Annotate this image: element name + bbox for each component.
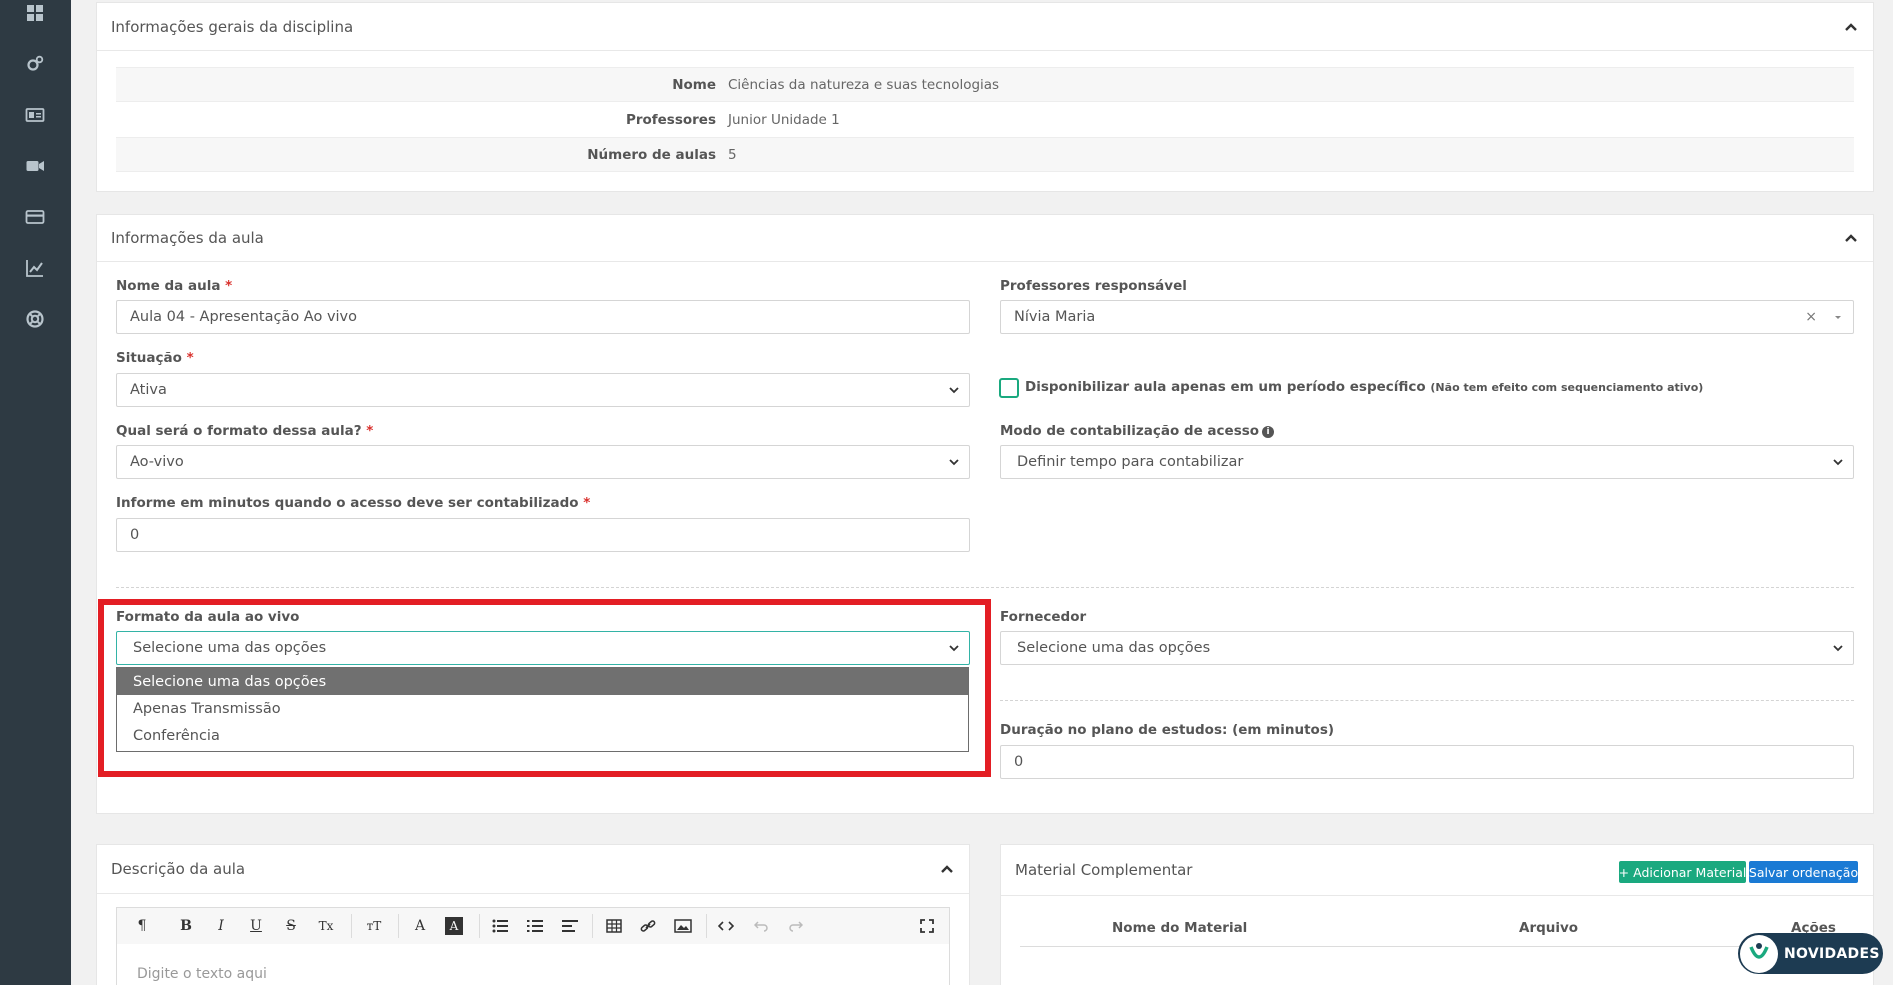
font-color-button[interactable]: A	[405, 908, 435, 944]
info-value: Ciências da natureza e suas tecnologias	[728, 76, 1000, 93]
chevron-down-icon	[949, 387, 959, 394]
underline-button[interactable]: U	[241, 908, 271, 944]
status-select[interactable]: Ativa	[116, 373, 970, 407]
toolbar-separator	[592, 914, 593, 938]
code-view-icon[interactable]	[711, 908, 741, 944]
lesson-name-value: Aula 04 - Apresentação Ao vivo	[130, 309, 358, 325]
font-size-button[interactable]: тT	[359, 908, 389, 944]
italic-button[interactable]: I	[206, 908, 236, 944]
highlight-box	[98, 599, 991, 777]
section-divider	[116, 587, 1854, 588]
news-logo-icon	[1740, 934, 1778, 973]
info-row-name: Nome Ciências da natureza e suas tecnolo…	[116, 67, 1854, 102]
discipline-info-card: Informações gerais da disciplina Nome Ci…	[96, 2, 1874, 192]
study-duration-input[interactable]: 0	[1000, 745, 1854, 779]
table-icon[interactable]	[599, 908, 629, 944]
lesson-name-input[interactable]: Aula 04 - Apresentação Ao vivo	[116, 300, 970, 334]
section-divider	[1000, 700, 1854, 701]
toolbar-separator	[351, 914, 352, 938]
toolbar-separator	[706, 914, 707, 938]
clear-selection-icon[interactable]: ×	[1805, 309, 1817, 325]
strikethrough-button[interactable]: S	[276, 908, 306, 944]
info-row-lesson-count: Número de aulas 5	[116, 137, 1854, 172]
bullet-list-icon[interactable]	[485, 908, 515, 944]
card-title: Material Complementar	[1015, 861, 1193, 879]
credit-card-icon[interactable]	[24, 206, 46, 228]
card-header: Informações gerais da disciplina	[97, 3, 1873, 51]
background-color-button[interactable]: A	[445, 917, 463, 935]
status-label: Situação *	[116, 350, 194, 366]
toolbar-separator	[398, 914, 399, 938]
info-row-teachers: Professores Junior Unidade 1	[116, 102, 1854, 137]
access-minutes-input[interactable]: 0	[116, 518, 970, 552]
editor-placeholder: Digite o texto aqui	[137, 966, 267, 982]
format-label: Qual será o formato dessa aula? *	[116, 423, 374, 439]
sidebar	[0, 0, 71, 985]
card-header: Descrição da aula	[97, 845, 969, 894]
info-icon[interactable]: i	[1262, 426, 1275, 438]
card-title: Descrição da aula	[111, 860, 246, 878]
video-camera-icon[interactable]	[24, 155, 46, 177]
info-key: Professores	[625, 111, 716, 128]
redo-icon[interactable]	[781, 908, 811, 944]
info-key: Nome	[672, 76, 716, 93]
paragraph-format-button[interactable]: ¶	[127, 908, 157, 944]
chevron-down-icon	[949, 459, 959, 466]
line-chart-icon[interactable]	[24, 257, 46, 279]
card-title: Informações gerais da disciplina	[111, 17, 354, 36]
info-key: Número de aulas	[587, 146, 716, 163]
info-value: Junior Unidade 1	[728, 111, 840, 128]
numbered-list-icon[interactable]	[520, 908, 550, 944]
column-header: Arquivo	[1519, 920, 1579, 936]
add-material-button[interactable]: + Adicionar Material	[1619, 861, 1746, 883]
supplier-value: Selecione uma das opções	[1017, 640, 1211, 656]
caret-down-icon	[1835, 316, 1841, 319]
chevron-down-icon	[1833, 459, 1843, 466]
table-header-divider	[1020, 946, 1854, 947]
undo-icon[interactable]	[746, 908, 776, 944]
fullscreen-icon[interactable]	[912, 908, 942, 944]
support-lifebuoy-icon[interactable]	[24, 308, 46, 330]
chevron-down-icon	[1833, 645, 1843, 652]
settings-gears-icon[interactable]	[24, 53, 46, 75]
format-select[interactable]: Ao-vivo	[116, 445, 970, 479]
chevron-up-icon[interactable]	[1843, 230, 1859, 246]
chevron-up-icon[interactable]	[939, 861, 955, 877]
link-icon[interactable]	[633, 908, 663, 944]
supplier-label: Fornecedor	[1000, 609, 1087, 625]
news-button[interactable]: NOVIDADES	[1738, 933, 1883, 974]
toolbar-separator	[479, 914, 480, 938]
teachers-value: Nívia Maria	[1014, 309, 1096, 325]
period-checkbox-label: Disponibilizar aula apenas em um período…	[1025, 379, 1704, 395]
access-minutes-label: Informe em minutos quando o acesso deve …	[116, 495, 591, 511]
card-title: Informações da aula	[111, 229, 264, 247]
column-header: Nome do Material	[1112, 920, 1248, 936]
access-minutes-value: 0	[130, 527, 140, 543]
period-checkbox[interactable]	[999, 378, 1019, 398]
clear-format-button[interactable]: Tx	[311, 908, 341, 944]
access-mode-value: Definir tempo para contabilizar	[1017, 454, 1244, 470]
editor-content[interactable]: Digite o texto aqui	[116, 944, 950, 985]
info-value: 5	[728, 146, 737, 163]
access-mode-label: Modo de contabilização de acesso i	[1000, 423, 1275, 439]
align-icon[interactable]	[555, 908, 585, 944]
editor-toolbar: ¶ B I U S Tx тT A A	[116, 907, 950, 945]
status-value: Ativa	[130, 382, 167, 398]
study-duration-value: 0	[1014, 754, 1024, 770]
bold-button[interactable]: B	[171, 908, 201, 944]
teachers-label: Professores responsável	[1000, 278, 1187, 294]
image-icon[interactable]	[668, 908, 698, 944]
access-mode-select[interactable]: Definir tempo para contabilizar	[1000, 445, 1854, 479]
save-order-button[interactable]: Salvar ordenação	[1749, 861, 1858, 883]
lesson-name-label: Nome da aula *	[116, 278, 233, 294]
news-label: NOVIDADES	[1784, 945, 1880, 962]
dashboard-icon[interactable]	[24, 2, 46, 24]
id-card-icon[interactable]	[24, 104, 46, 126]
format-value: Ao-vivo	[130, 454, 184, 470]
study-duration-label: Duração no plano de estudos: (em minutos…	[1000, 722, 1335, 738]
supplier-select[interactable]: Selecione uma das opções	[1000, 631, 1854, 665]
teachers-select[interactable]: Nívia Maria ×	[1000, 300, 1854, 334]
chevron-up-icon[interactable]	[1843, 19, 1859, 35]
card-header: Informações da aula	[97, 215, 1873, 262]
